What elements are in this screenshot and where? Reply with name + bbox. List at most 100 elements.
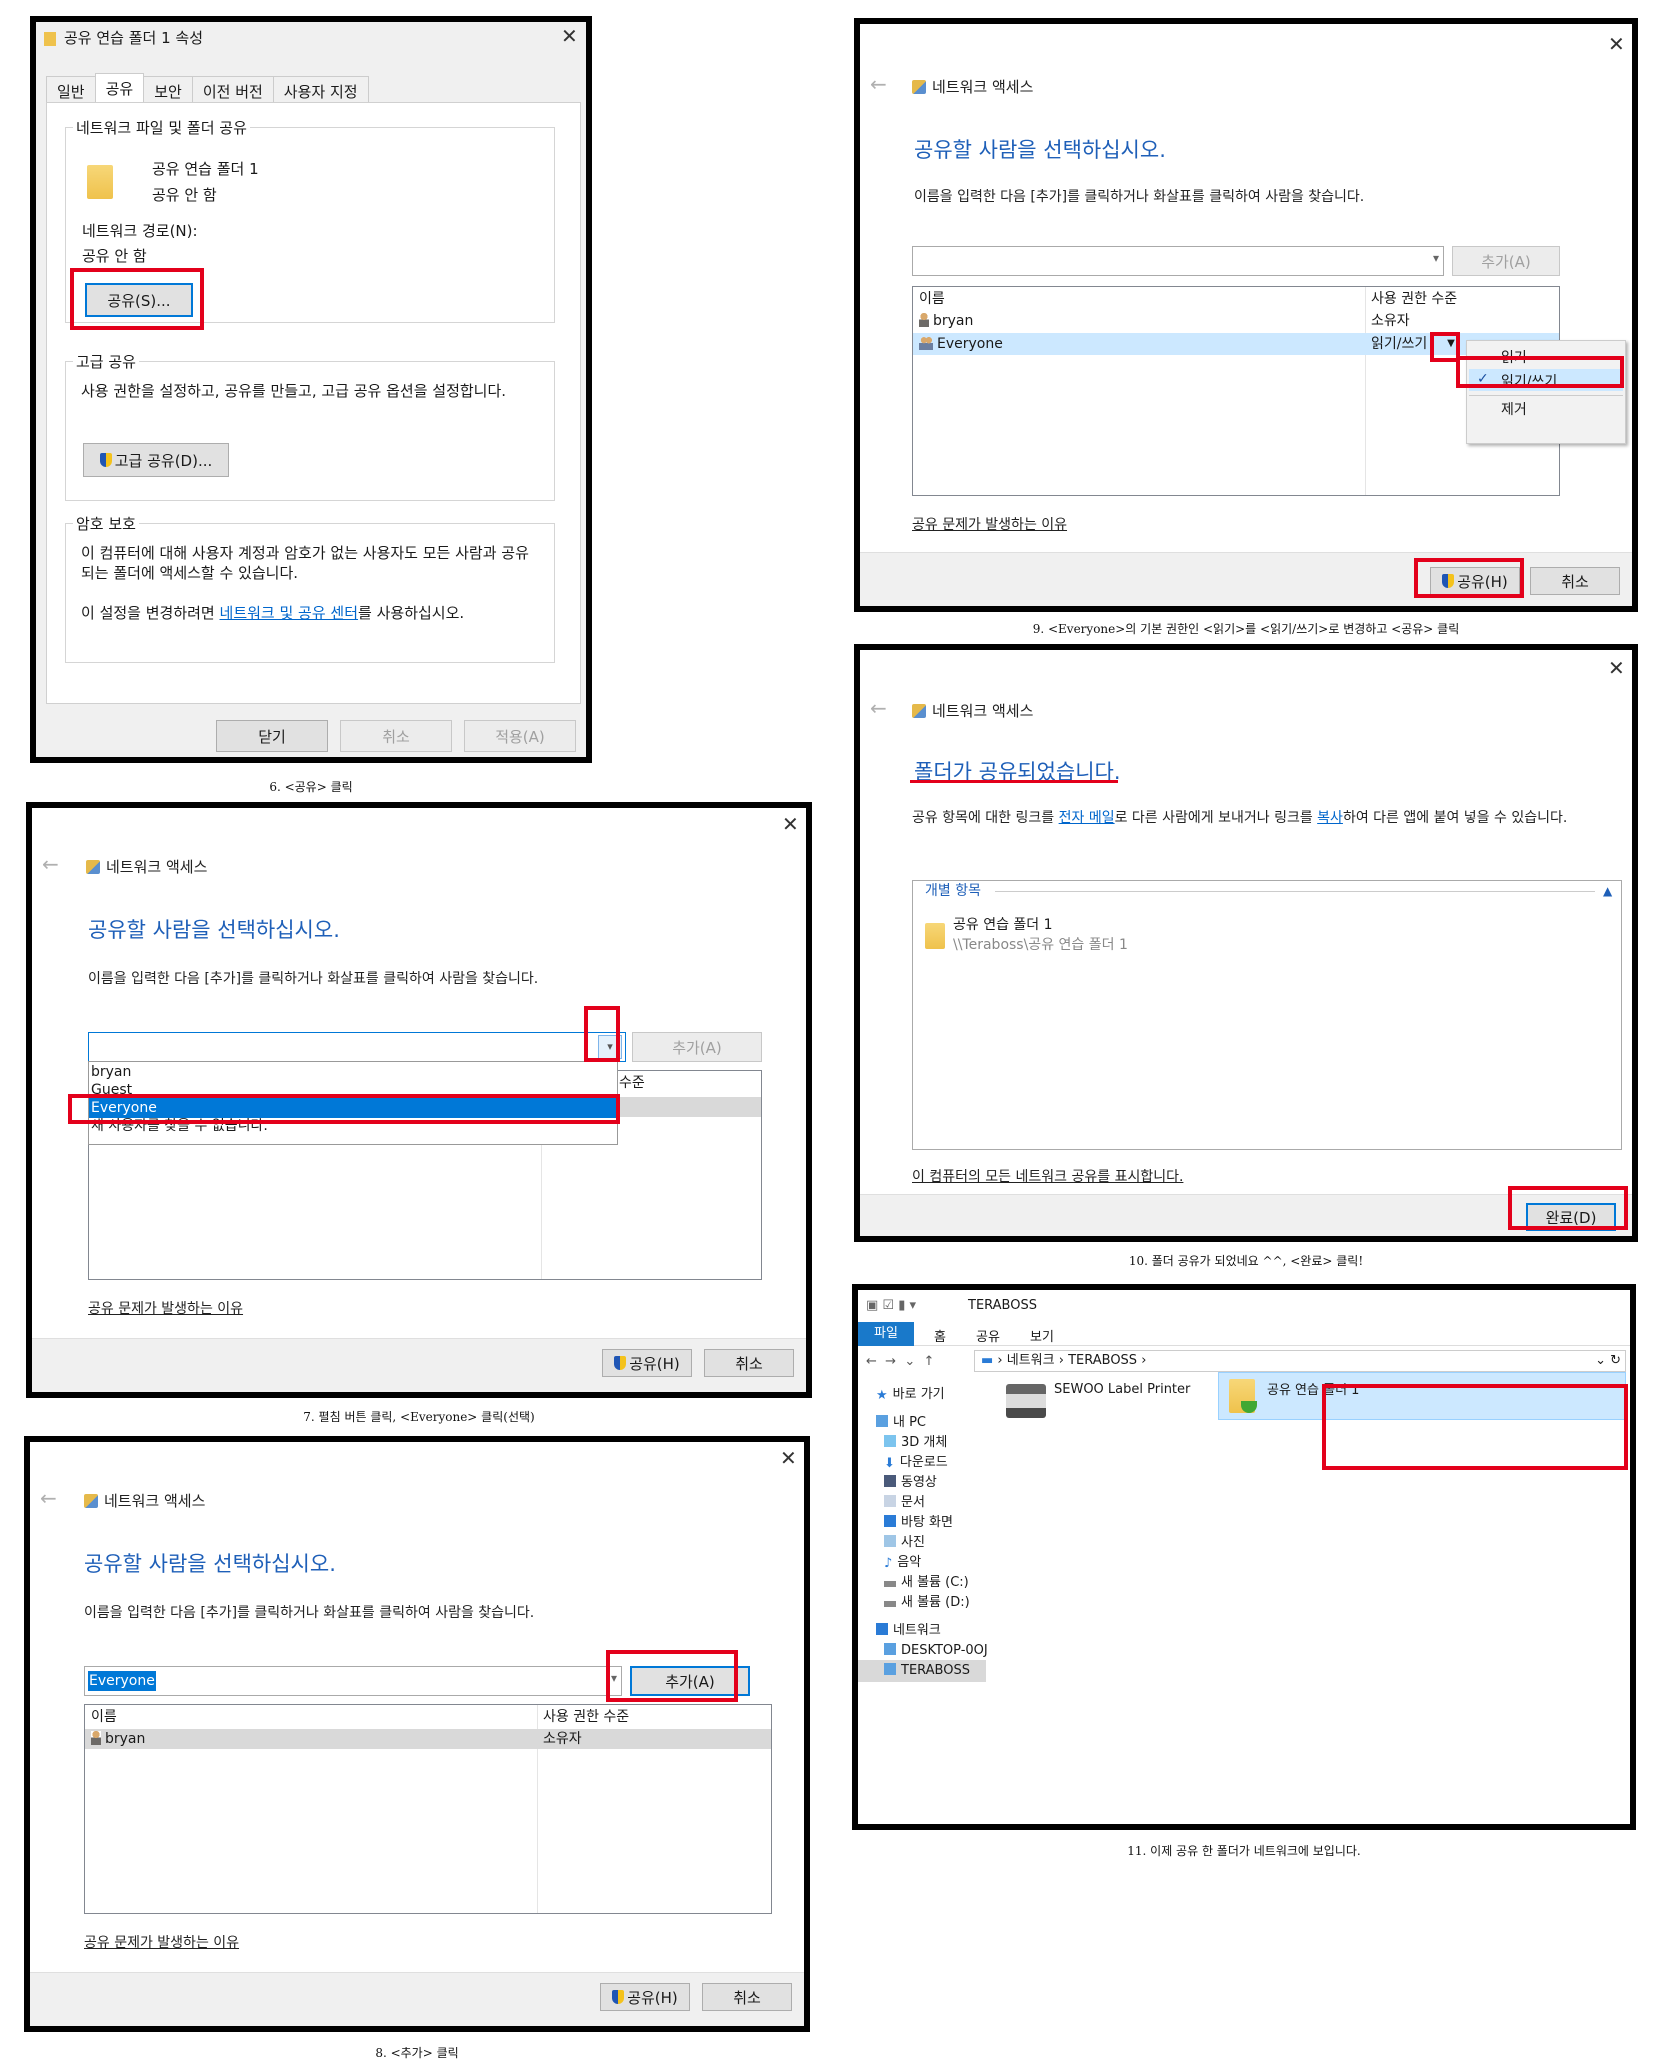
close-button[interactable]: 닫기 bbox=[216, 720, 328, 752]
items-box: 개별 항목 ▲ 공유 연습 폴더 1 \\Teraboss\공유 연습 폴더 1 bbox=[912, 880, 1622, 1150]
wizard-heading: 공유할 사람을 선택하십시오. bbox=[88, 918, 340, 942]
cancel-button[interactable]: 취소 bbox=[704, 1349, 794, 1377]
breadcrumb-item[interactable]: 네트워크 bbox=[1007, 1353, 1055, 1368]
back-arrow-icon[interactable]: ← bbox=[870, 72, 887, 96]
wizard-heading: 공유할 사람을 선택하십시오. bbox=[914, 138, 1166, 162]
network-access-icon bbox=[912, 80, 926, 94]
network-path-value: 공유 안 함 bbox=[82, 247, 147, 265]
show-all-shares-link[interactable]: 이 컴퓨터의 모든 네트워크 공유를 표시합니다. bbox=[912, 1166, 1183, 1186]
cancel-button[interactable]: 취소 bbox=[1530, 567, 1620, 595]
people-list: 이름 사용 권한 수준 bryan 소유자 Everyone 읽기/쓰기 ▼ bbox=[912, 286, 1560, 496]
address-bar[interactable]: ▬ › 네트워크 › TERABOSS › ⌄ ↻ bbox=[974, 1350, 1626, 1372]
nav-arrows[interactable]: ← → ⌄ ↑ bbox=[866, 1354, 934, 1369]
group-title-line bbox=[995, 891, 1595, 892]
chevron-down-icon[interactable]: ▾ bbox=[1433, 251, 1439, 265]
copy-link[interactable]: 복사 bbox=[1317, 810, 1343, 826]
add-button[interactable]: 추가(A) bbox=[632, 1032, 762, 1062]
breadcrumb-item[interactable]: TERABOSS bbox=[1068, 1353, 1137, 1368]
trouble-link[interactable]: 공유 문제가 발생하는 이유 bbox=[912, 514, 1067, 534]
window-title: TERABOSS bbox=[968, 1298, 1037, 1313]
cancel-button[interactable]: 취소 bbox=[340, 720, 452, 752]
ribbon-tab-home[interactable]: 홈 bbox=[934, 1326, 946, 1345]
refresh-icon[interactable]: ⌄ ↻ bbox=[1595, 1351, 1621, 1371]
star-icon: ★ bbox=[876, 1388, 888, 1403]
nav-downloads[interactable]: ⬇ 다운로드 bbox=[884, 1454, 948, 1472]
advanced-share-button[interactable]: 고급 공유(D)... bbox=[83, 443, 229, 477]
nav-network[interactable]: 네트워크 bbox=[876, 1622, 941, 1640]
nav-documents[interactable]: 문서 bbox=[884, 1494, 925, 1512]
desktop-icon bbox=[884, 1515, 896, 1527]
trouble-link[interactable]: 공유 문제가 발생하는 이유 bbox=[88, 1298, 243, 1318]
nav-teraboss[interactable]: TERABOSS bbox=[884, 1662, 970, 1680]
network-icon: ▬ bbox=[981, 1353, 994, 1368]
uac-shield-icon bbox=[99, 453, 112, 467]
row-name: bryan bbox=[919, 311, 973, 331]
nav-quick-access[interactable]: ★ 바로 가기 bbox=[876, 1386, 945, 1404]
computer-icon bbox=[884, 1663, 896, 1675]
printer-icon bbox=[1006, 1384, 1046, 1418]
back-arrow-icon[interactable]: ← bbox=[870, 696, 887, 720]
nav-music[interactable]: ♪ 음악 bbox=[884, 1554, 921, 1572]
wizard-title: 네트워크 액세스 bbox=[912, 700, 1033, 721]
nav-pictures[interactable]: 사진 bbox=[884, 1534, 925, 1552]
table-row-selected[interactable] bbox=[913, 333, 1559, 355]
computer-icon bbox=[884, 1643, 896, 1655]
close-icon[interactable]: ✕ bbox=[1608, 656, 1625, 680]
highlight-box bbox=[606, 1650, 738, 1702]
cancel-button[interactable]: 취소 bbox=[702, 1983, 792, 2011]
nav-desktop-pc[interactable]: DESKTOP-0OJQHB bbox=[884, 1642, 988, 1660]
share-button[interactable]: 공유(H) bbox=[602, 1349, 692, 1377]
add-button[interactable]: 추가(A) bbox=[1452, 246, 1560, 276]
back-arrow-icon[interactable]: ← bbox=[42, 852, 59, 876]
video-icon bbox=[884, 1475, 896, 1487]
menu-divider bbox=[1469, 395, 1623, 396]
back-arrow-icon[interactable]: ← bbox=[40, 1486, 57, 1510]
network-access-icon bbox=[86, 860, 100, 874]
perm-column-header: 사용 권한 수준 bbox=[1371, 291, 1458, 307]
email-link[interactable]: 전자 메일 bbox=[1059, 810, 1115, 826]
highlight-box bbox=[70, 268, 204, 330]
shared-item-path: \\Teraboss\공유 연습 폴더 1 bbox=[953, 937, 1128, 953]
highlight-box bbox=[1322, 1384, 1628, 1470]
printer-item[interactable]: SEWOO Label Printer bbox=[1006, 1380, 1206, 1424]
network-center-link[interactable]: 네트워크 및 공유 센터 bbox=[220, 604, 359, 622]
name-input[interactable]: ▾ bbox=[912, 246, 1444, 276]
ribbon-tab-view[interactable]: 보기 bbox=[1030, 1326, 1054, 1345]
table-row[interactable] bbox=[85, 1729, 771, 1749]
ribbon-tab-file[interactable]: 파일 bbox=[858, 1322, 914, 1346]
user-icon bbox=[919, 313, 929, 327]
close-icon[interactable]: ✕ bbox=[782, 812, 799, 836]
wizard-title: 네트워크 액세스 bbox=[86, 856, 207, 877]
close-icon[interactable]: ✕ bbox=[561, 24, 578, 48]
menu-item-remove[interactable]: 제거 bbox=[1501, 399, 1527, 419]
nav-drive-c[interactable]: 새 볼륨 (C:) bbox=[884, 1574, 969, 1592]
group-title: 암호 보호 bbox=[73, 513, 139, 534]
nav-videos[interactable]: 동영상 bbox=[884, 1474, 937, 1492]
cube-icon bbox=[884, 1435, 896, 1447]
nav-this-pc[interactable]: 내 PC bbox=[876, 1414, 926, 1432]
network-access-icon bbox=[84, 1494, 98, 1508]
apply-button[interactable]: 적용(A) bbox=[464, 720, 576, 752]
wizard-footer: 공유(H) 취소 bbox=[32, 1338, 806, 1392]
nav-3d-objects[interactable]: 3D 개체 bbox=[884, 1434, 947, 1452]
nav-drive-d[interactable]: 새 볼륨 (D:) bbox=[884, 1594, 970, 1612]
printer-name: SEWOO Label Printer bbox=[1054, 1382, 1191, 1397]
caption: 6. <공유> 클릭 bbox=[269, 780, 353, 794]
share-button[interactable]: 공유(H) bbox=[600, 1983, 690, 2011]
collapse-icon[interactable]: ▲ bbox=[1603, 881, 1612, 901]
user-icon bbox=[91, 1731, 101, 1745]
network-access-wizard: ✕ ← 네트워크 액세스 폴더가 공유되었습니다. 공유 항목에 대한 링크를 … bbox=[854, 644, 1638, 1242]
download-icon: ⬇ bbox=[884, 1456, 895, 1471]
close-icon[interactable]: ✕ bbox=[780, 1446, 797, 1470]
row-name: bryan bbox=[91, 1729, 145, 1749]
caption: 11. 이제 공유 한 폴더가 네트워크에 보입니다. bbox=[1127, 1844, 1361, 1858]
folder-icon bbox=[87, 165, 113, 199]
ribbon-tab-share[interactable]: 공유 bbox=[976, 1326, 1000, 1345]
name-input[interactable] bbox=[88, 1032, 626, 1062]
nav-desktop[interactable]: 바탕 화면 bbox=[884, 1514, 953, 1532]
close-icon[interactable]: ✕ bbox=[1608, 32, 1625, 56]
dropdown-item[interactable]: bryan bbox=[91, 1062, 131, 1082]
network-path-label: 네트워크 경로(N): bbox=[82, 222, 198, 240]
name-input[interactable]: Everyone ▾ bbox=[84, 1666, 622, 1696]
trouble-link[interactable]: 공유 문제가 발생하는 이유 bbox=[84, 1932, 239, 1952]
